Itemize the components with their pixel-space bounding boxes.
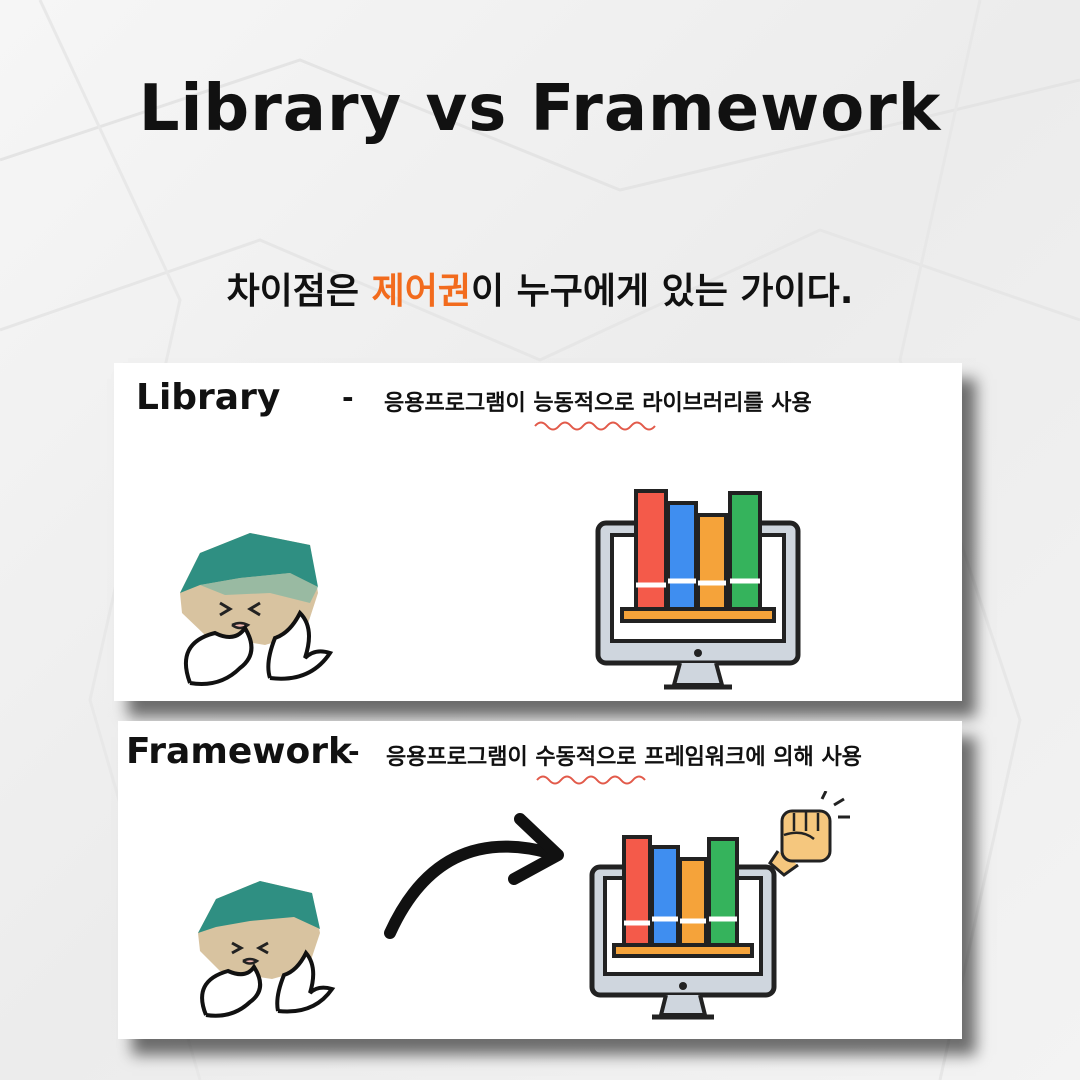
curved-arrow-icon bbox=[384, 813, 564, 939]
doodle-character-icon bbox=[198, 881, 336, 1018]
framework-description: 응용프로그램이 수동적으로 프레임워크에 의해 사용 bbox=[386, 739, 862, 785]
subtitle-highlight: 제어권 bbox=[371, 271, 471, 312]
bookshelf-monitor-icon bbox=[595, 489, 801, 690]
framework-panel: Framework - 응용프로그램이 수동적으로 프레임워크에 의해 사용 bbox=[118, 721, 962, 1039]
framework-label: Framework bbox=[126, 731, 352, 772]
framework-desc-underlined: 수동적으로 bbox=[535, 739, 647, 785]
bookshelf-monitor-icon bbox=[589, 835, 777, 1020]
subtitle: 차이점은 제어권이 누구에게 있는 가이다. bbox=[0, 262, 1080, 314]
page-title: Library vs Framework bbox=[138, 72, 942, 146]
library-desc-underlined-text: 능동적으로 bbox=[533, 391, 635, 416]
library-description: 응용프로그램이 능동적으로 라이브러리를 사용 bbox=[384, 385, 812, 431]
framework-desc-after: 프레임워크에 의해 사용 bbox=[636, 745, 862, 770]
raised-fist-icon bbox=[768, 791, 850, 877]
library-dash: - bbox=[342, 381, 354, 414]
framework-desc-underlined-text: 수동적으로 bbox=[535, 745, 637, 770]
library-label: Library bbox=[136, 377, 281, 418]
library-desc-underlined: 능동적으로 bbox=[533, 385, 657, 431]
doodle-character-icon bbox=[180, 533, 334, 686]
squiggle-underline-icon bbox=[534, 421, 657, 431]
library-panel: Library - 응용프로그램이 능동적으로 라이브러리를 사용 bbox=[114, 363, 962, 701]
subtitle-before: 차이점은 bbox=[226, 271, 372, 312]
subtitle-after: 이 누구에게 있는 가이다. bbox=[470, 271, 854, 312]
library-desc-before: 응용프로그램이 bbox=[384, 391, 534, 416]
framework-desc-before: 응용프로그램이 bbox=[386, 745, 536, 770]
library-desc-after: 라이브러리를 사용 bbox=[634, 391, 812, 416]
squiggle-underline-icon bbox=[536, 775, 647, 785]
framework-dash: - bbox=[348, 735, 360, 768]
